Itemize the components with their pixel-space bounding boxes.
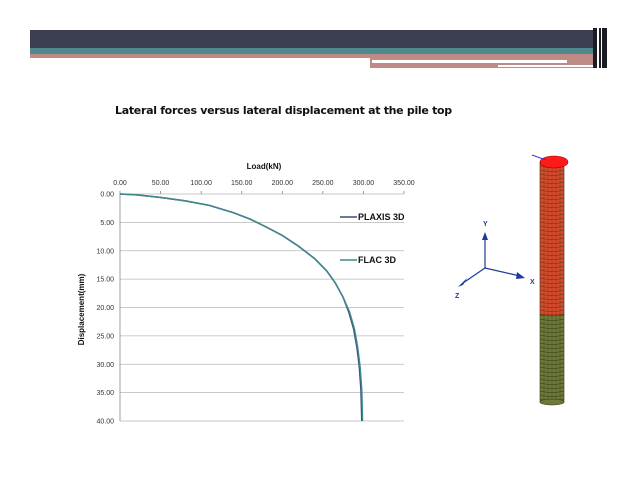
- x-tick-label: 150.00: [231, 180, 253, 187]
- y-tick-label: 25.00: [96, 333, 114, 340]
- z-axis-label: Z: [455, 293, 460, 300]
- y-tick-label: 10.00: [96, 248, 114, 255]
- x-tick-label: 200.00: [272, 180, 294, 187]
- y-tick-label: 35.00: [96, 390, 114, 397]
- x-axis-label: X: [530, 279, 535, 286]
- y-tick-label: 30.00: [96, 362, 114, 369]
- x-tick-label: 300.00: [353, 180, 375, 187]
- load-direction-line: [531, 154, 547, 161]
- x-tick-label: 50.00: [152, 180, 170, 187]
- pile-3d-model: Y X Z: [455, 154, 569, 406]
- y-tick-label: 5.00: [100, 220, 114, 227]
- y-axis-label: Y: [483, 221, 488, 228]
- x-arrow-head: [516, 272, 525, 279]
- y-axis-title: Displacement(mm): [77, 273, 86, 345]
- y-tick-label: 15.00: [96, 277, 114, 284]
- x-axis-title: Load(kN): [247, 162, 282, 171]
- x-tick-label: 0.00: [113, 180, 127, 187]
- y-arrow-head: [482, 232, 488, 240]
- y-tick-label: 0.00: [100, 192, 114, 199]
- x-tick-label: 250.00: [312, 180, 334, 187]
- x-axis-arrow: [484, 267, 521, 277]
- z-axis-arrow: [462, 267, 486, 284]
- x-tick-label: 100.00: [190, 180, 212, 187]
- y-tick-label: 20.00: [96, 305, 114, 312]
- pile-top-cap: [539, 155, 569, 169]
- legend-label: FLAC 3D: [358, 255, 397, 265]
- x-tick-label: 350.00: [393, 180, 415, 187]
- z-arrow-head: [458, 278, 467, 287]
- legend-label: PLAXIS 3D: [358, 212, 405, 222]
- pile-base: [539, 398, 565, 406]
- y-tick-label: 40.00: [96, 419, 114, 426]
